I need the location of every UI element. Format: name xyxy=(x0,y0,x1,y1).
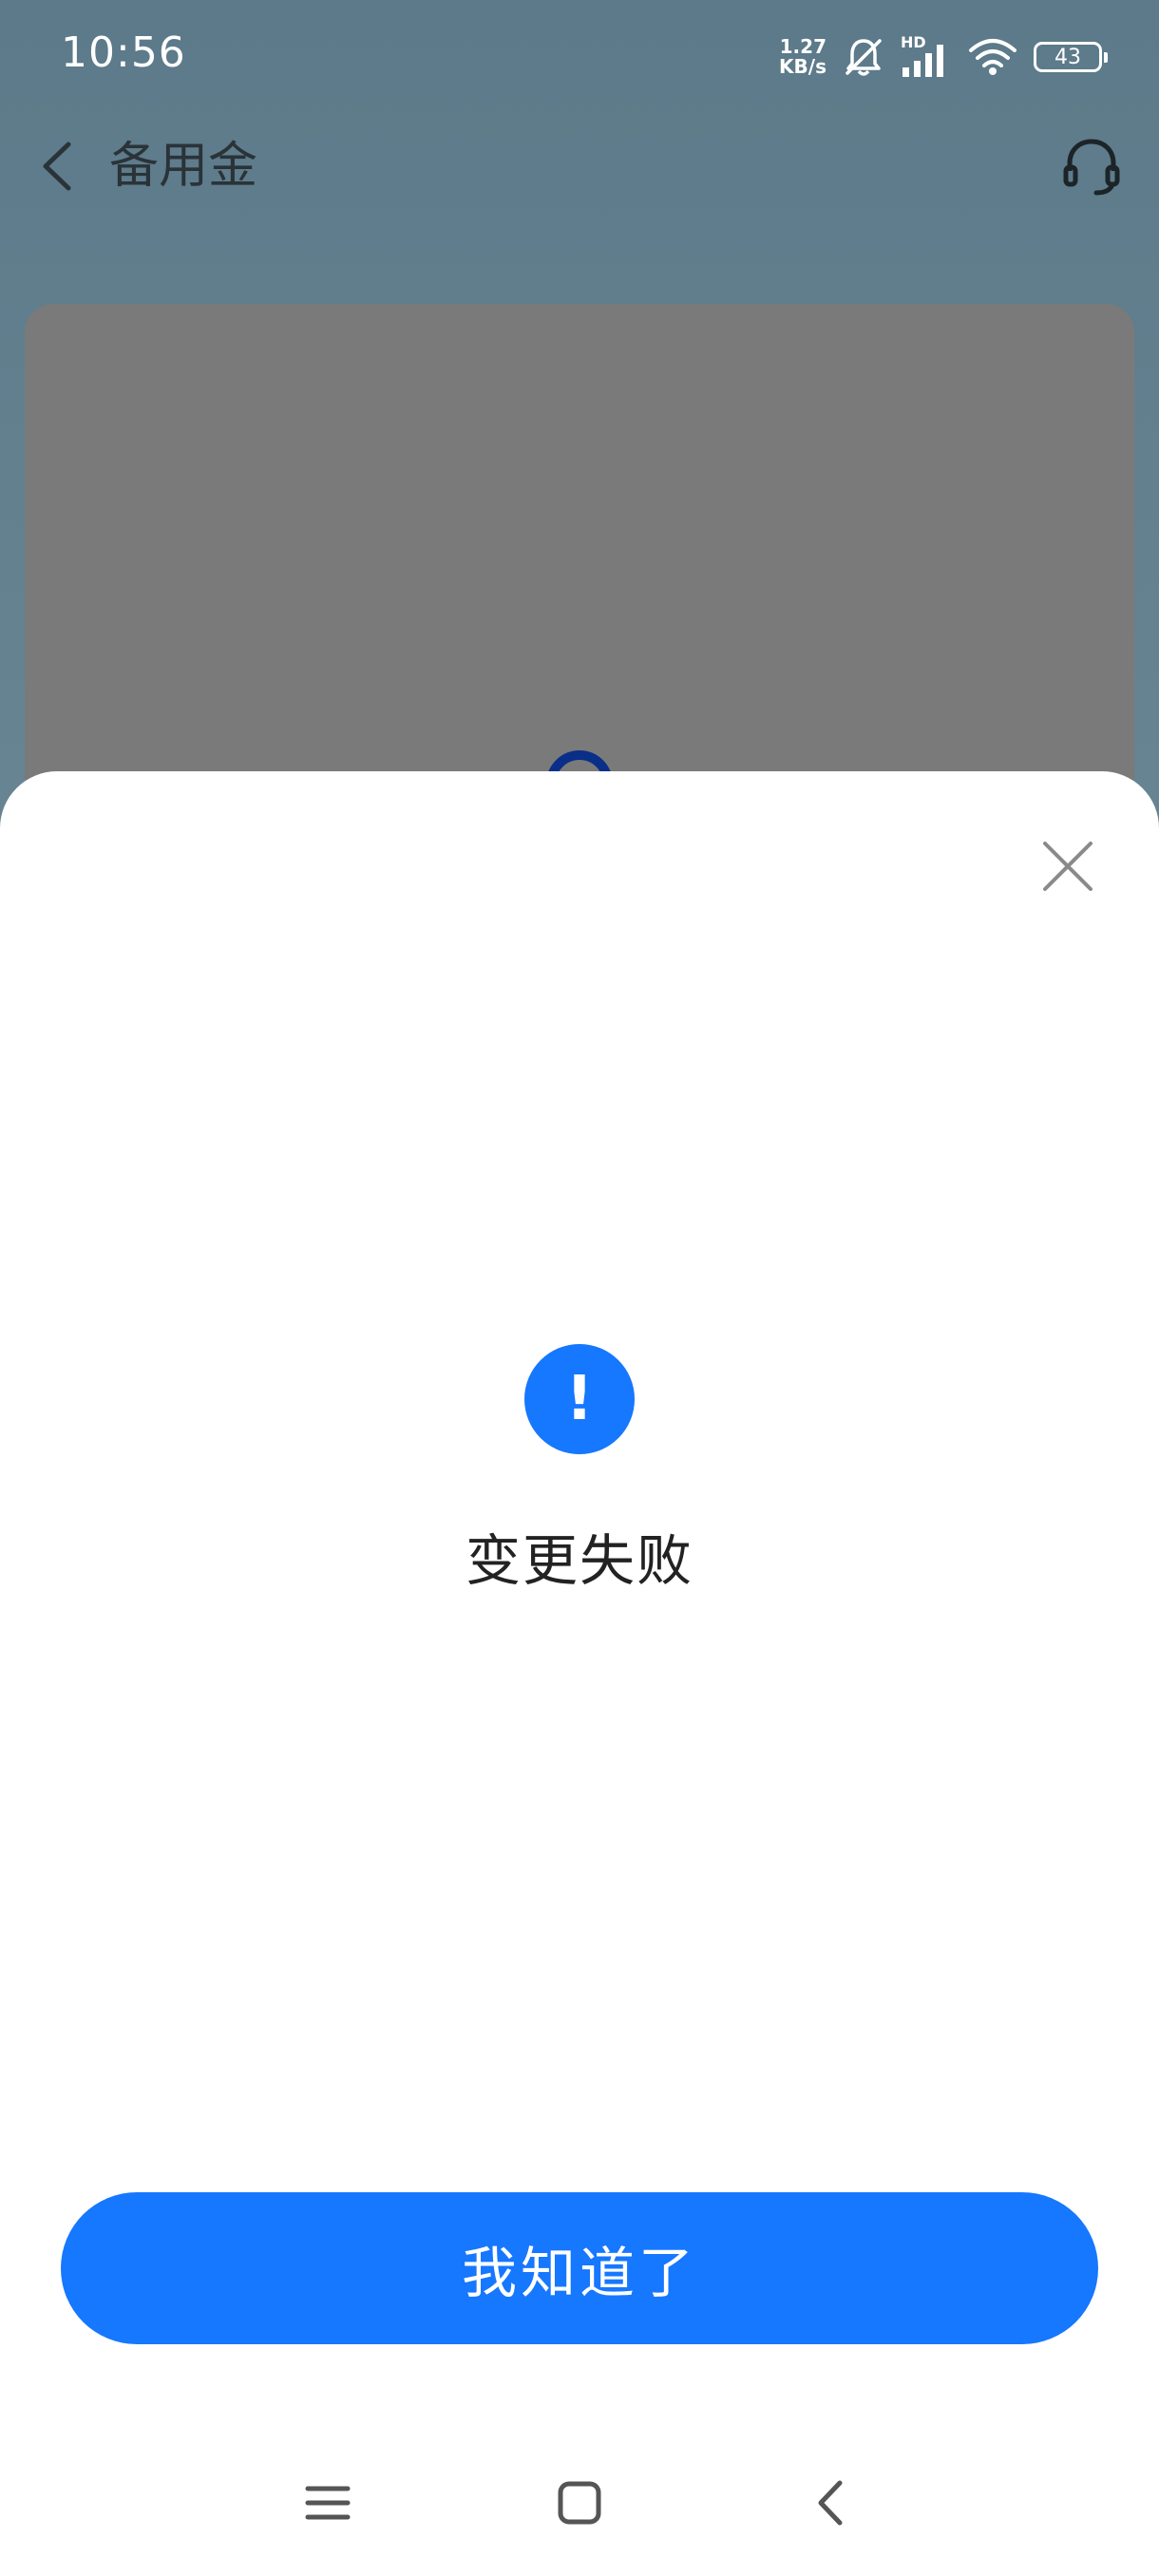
result-bottom-sheet: ! 变更失败 我知道了 xyxy=(0,771,1159,2576)
network-speed: 1.27 KB/s xyxy=(779,37,826,77)
cellular-signal: HD xyxy=(901,33,952,79)
screen: 10:56 1.27 KB/s HD 43 备用金 ! 变更失败 我知道了 xyxy=(0,0,1159,2576)
nav-back-icon[interactable] xyxy=(798,2470,864,2536)
exclamation-alert-icon: ! xyxy=(524,1344,635,1454)
wifi-icon xyxy=(969,39,1016,75)
status-icons: 1.27 KB/s HD 43 xyxy=(779,30,1108,84)
back-arrow-icon[interactable] xyxy=(30,135,87,198)
app-header: 备用金 xyxy=(0,114,1159,218)
result-title: 变更失败 xyxy=(465,1528,694,1593)
system-navigation-bar xyxy=(0,2432,1159,2576)
page-title: 备用金 xyxy=(109,138,258,195)
customer-service-headset-icon[interactable] xyxy=(1058,133,1125,199)
signal-bars-icon xyxy=(902,45,943,77)
status-time: 10:56 xyxy=(61,28,186,77)
menu-icon[interactable] xyxy=(294,2470,361,2536)
status-bar: 10:56 1.27 KB/s HD 43 xyxy=(0,0,1159,114)
home-icon[interactable] xyxy=(546,2470,613,2536)
close-icon[interactable] xyxy=(1030,828,1106,904)
network-speed-value: 1.27 xyxy=(779,35,826,58)
acknowledge-button[interactable]: 我知道了 xyxy=(61,2192,1098,2344)
network-speed-unit: KB/s xyxy=(779,55,826,78)
bell-muted-icon xyxy=(846,39,882,76)
battery-indicator: 43 xyxy=(1034,42,1108,72)
